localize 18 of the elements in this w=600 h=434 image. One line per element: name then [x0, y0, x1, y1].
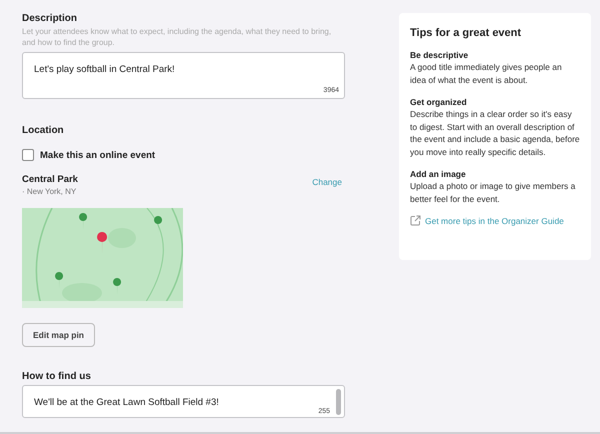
tip-text: Upload a photo or image to give members a better feel for the event. — [410, 180, 576, 205]
checkbox[interactable] — [22, 149, 34, 161]
edit-map-pin-button[interactable]: Edit map pin — [22, 323, 95, 347]
venue-address: · New York, NY — [22, 187, 78, 196]
card-title: Tips for a great event — [410, 27, 522, 39]
scrollbar[interactable] — [336, 389, 341, 415]
external-link-icon — [410, 215, 421, 226]
tip-heading: Get organized — [410, 96, 468, 108]
checkbox-label[interactable]: Make this an online event — [40, 150, 156, 160]
section-heading: Location — [22, 125, 64, 137]
venue-name: Central Park — [22, 174, 78, 185]
tip-heading: Add an image — [410, 168, 467, 180]
tip-text: Describe things in a clear order so it's easy to digest. Start with an overall description of the event and include a basic agenda, before you move into really specific details. — [410, 108, 580, 158]
field-hint: Let your attendees know what to expect, including the agenda, what they need to bring, and how to find the group. — [22, 26, 332, 48]
field-label: Description — [22, 13, 78, 25]
field-label: How to find us — [22, 371, 91, 383]
tip-heading: Be descriptive — [410, 49, 470, 61]
tip-text: A good title immediately gives people an idea of what the event is about. — [410, 61, 563, 86]
